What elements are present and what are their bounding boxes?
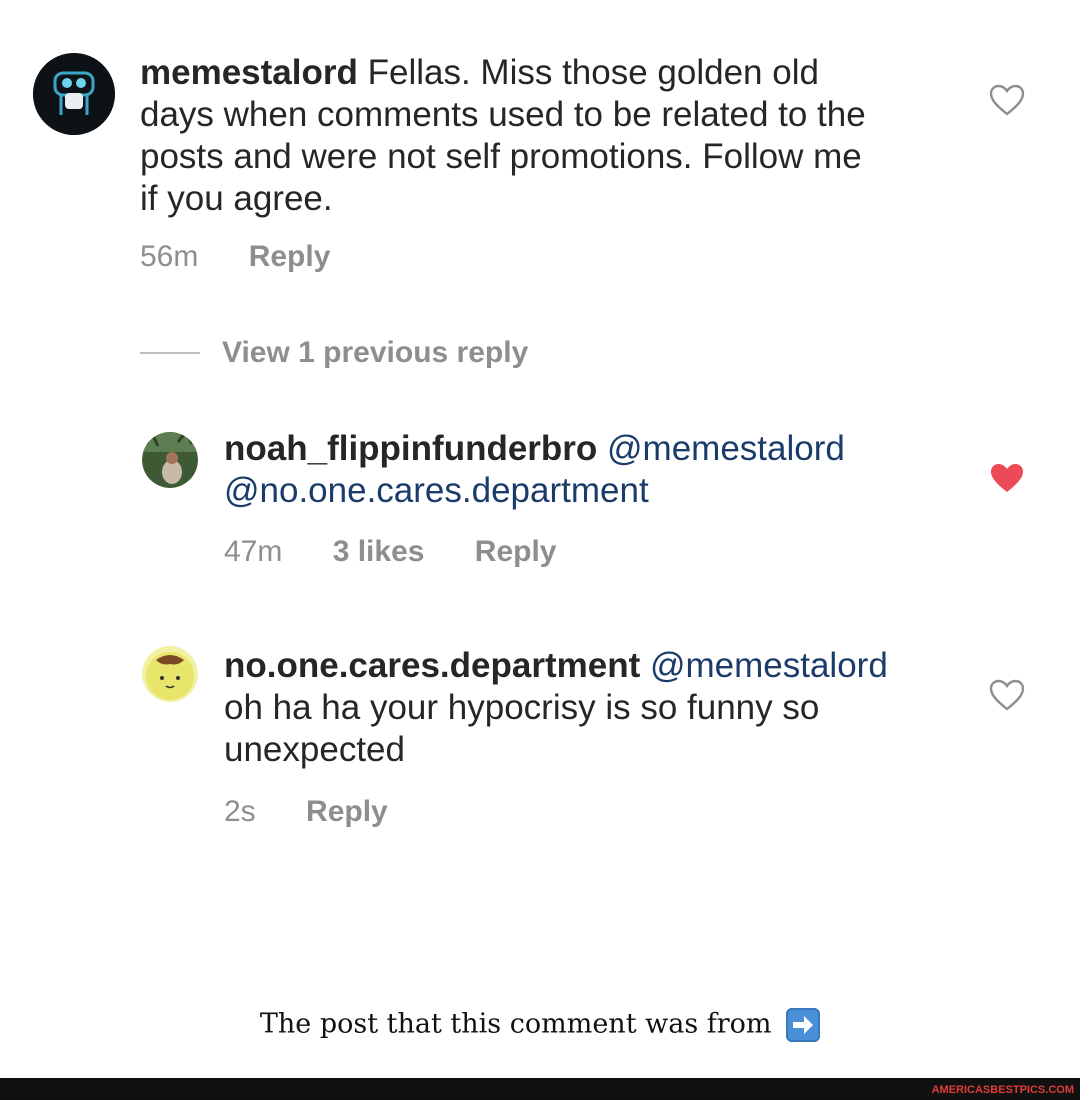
comment-time: 47m (224, 535, 283, 568)
heart-outline-icon[interactable] (989, 679, 1025, 711)
comment-username[interactable]: memestalord (140, 53, 358, 92)
likes-count[interactable]: 3 likes (333, 535, 425, 569)
comment-time: 2s (224, 795, 256, 828)
comment-text-line: oh ha ha your hypocrisy is so funny so (224, 688, 820, 727)
mention-link[interactable]: @memestalord (650, 646, 888, 685)
divider-line (140, 352, 200, 354)
comment-username[interactable]: no.one.cares.department (224, 646, 640, 685)
heart-filled-icon[interactable] (989, 462, 1025, 494)
comment-text-line: if you agree. (140, 179, 333, 218)
reply-button[interactable]: Reply (249, 240, 331, 274)
comment-text-line: Fellas. Miss those golden old (367, 53, 819, 92)
comment-text-line: posts and were not self promotions. Foll… (140, 137, 862, 176)
comment-text-line: days when comments used to be related to… (140, 95, 866, 134)
watermark: AMERICASBESTPICS.COM (931, 1084, 1074, 1096)
mention-link[interactable]: @memestalord (607, 429, 845, 468)
caption: The post that this comment was from (0, 1008, 1080, 1042)
reply-button[interactable]: Reply (475, 535, 557, 569)
avatar-noah[interactable] (142, 432, 198, 488)
caption-text: The post that this comment was from (259, 1008, 772, 1040)
mention-link[interactable]: @no.one.cares.department (224, 471, 649, 510)
heart-outline-icon[interactable] (989, 84, 1025, 116)
footer-bar: AMERICASBESTPICS.COM (0, 1078, 1080, 1100)
comment-text-line: unexpected (224, 730, 405, 769)
reply-button[interactable]: Reply (306, 795, 388, 829)
comment-username[interactable]: noah_flippinfunderbro (224, 429, 597, 468)
view-previous-label[interactable]: View 1 previous reply (222, 336, 528, 370)
right-arrow-icon (786, 1008, 821, 1042)
avatar-memestalord[interactable] (33, 53, 115, 135)
comment-time: 56m (140, 240, 199, 273)
view-previous-replies[interactable]: View 1 previous reply (140, 332, 528, 374)
avatar-no-one-cares[interactable] (142, 646, 198, 702)
